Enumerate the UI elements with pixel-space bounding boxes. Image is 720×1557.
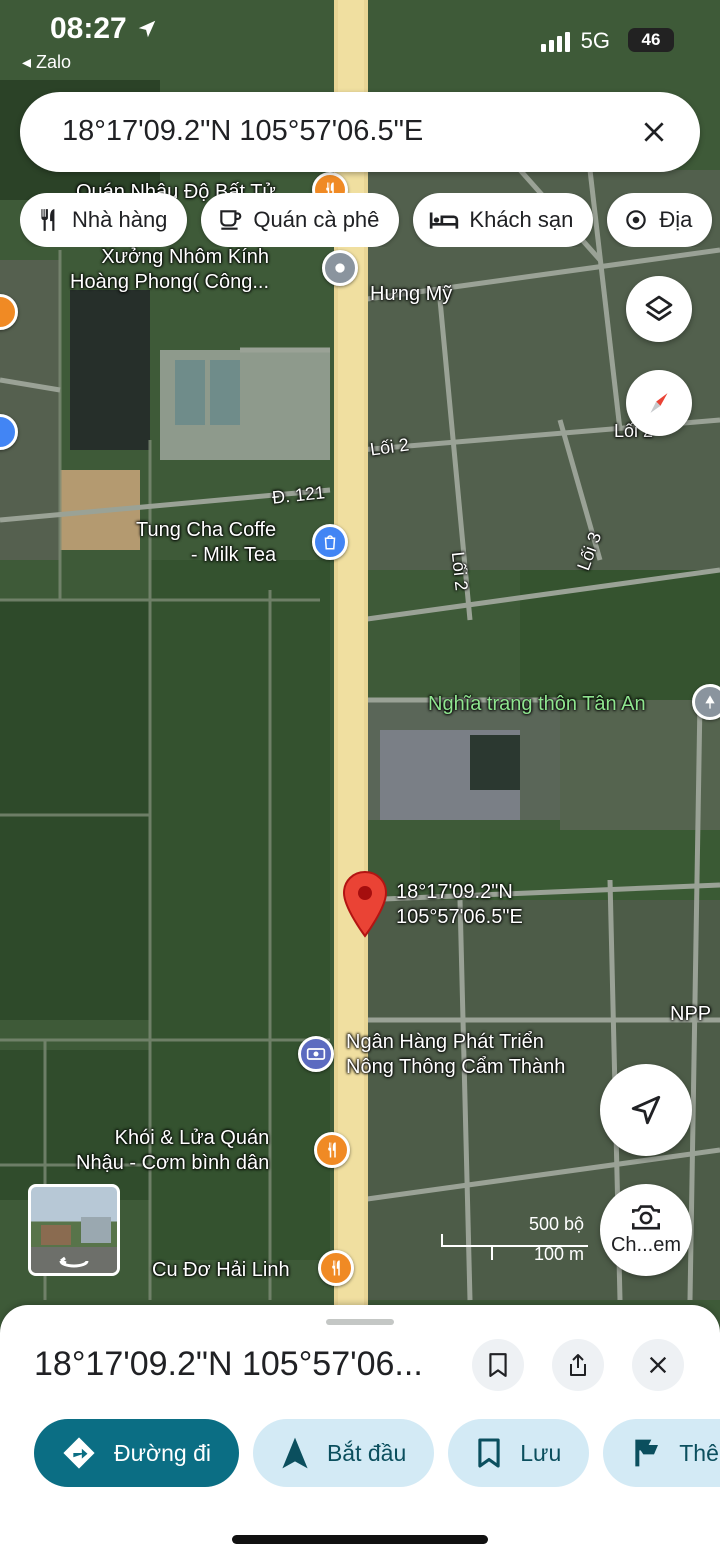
- restaurant-marker-3[interactable]: [318, 1250, 354, 1286]
- fork-knife-icon: [332, 1260, 340, 1276]
- satellite-map[interactable]: Quán Nhậu Độ Bất Tử Xưởng Nhôm Kính Hoàn…: [0, 0, 720, 1330]
- chip-label: Địa: [659, 207, 693, 232]
- search-bar[interactable]: 18°17'09.2"N 105°57'06.5"E: [20, 92, 700, 172]
- chip-label: Quán cà phê: [253, 207, 380, 232]
- map-label-loi-2-vertical: Lối 2: [447, 550, 472, 592]
- save-label: Lưu: [520, 1439, 562, 1466]
- battery-indicator: 46: [628, 28, 674, 52]
- banknote-icon: [306, 1048, 326, 1060]
- add-label: Thêm: [679, 1439, 720, 1466]
- map-label-restaurant[interactable]: Khói & Lửa Quán Nhậu - Cơm bình dân: [76, 1126, 269, 1176]
- cellular-signal-icon: [541, 32, 570, 52]
- workshop-marker[interactable]: [322, 250, 358, 286]
- search-query[interactable]: 18°17'09.2"N 105°57'06.5"E: [62, 115, 423, 148]
- hotel-icon: [430, 212, 459, 229]
- chip-hotels[interactable]: Khách sạn: [413, 193, 594, 247]
- start-button[interactable]: Bắt đầu: [252, 1419, 435, 1487]
- directions-button[interactable]: Đường đi: [34, 1419, 239, 1487]
- layers-icon: [645, 295, 673, 321]
- lens-label: Ch...em: [610, 1233, 682, 1256]
- network-type: 5G: [580, 28, 610, 53]
- close-icon: [644, 122, 664, 142]
- place-bottom-sheet[interactable]: 18°17'09.2"N 105°57'06... Đường đi Bắt đ…: [0, 1305, 720, 1557]
- compass-button[interactable]: [626, 370, 692, 436]
- map-label-bank[interactable]: Ngân Hàng Phát Triển Nông Thông Cẩm Thàn…: [346, 1030, 565, 1080]
- close-icon: [649, 1356, 667, 1374]
- location-pin-icon[interactable]: [342, 870, 388, 938]
- street-view-image: [31, 1217, 117, 1273]
- cemetery-marker[interactable]: [692, 684, 720, 720]
- restaurant-icon: [41, 209, 55, 231]
- navigation-arrow-icon: [631, 1095, 661, 1125]
- action-buttons: Đường đi Bắt đầu Lưu Thêm: [34, 1419, 720, 1487]
- location-arrow-icon: [138, 20, 156, 38]
- camera-icon: [632, 1204, 660, 1229]
- tree-icon: [705, 695, 715, 709]
- shopping-bag-icon: [324, 535, 336, 550]
- map-scale: 500 bộ 100 m: [440, 1214, 590, 1264]
- compass-icon: [650, 393, 668, 413]
- navigation-icon: [282, 1437, 308, 1469]
- category-chips: Nhà hàng Quán cà phê Khách sạn Địa: [20, 193, 720, 247]
- my-location-button[interactable]: [600, 1064, 692, 1156]
- save-bookmark-button[interactable]: [472, 1339, 524, 1391]
- status-bar: 08:27 ◂ Zalo 5G 46: [0, 0, 720, 82]
- add-button[interactable]: Thêm: [603, 1419, 720, 1487]
- chip-label: Nhà hàng: [72, 207, 168, 232]
- map-label-pin-coords: 18°17'09.2"N 105°57'06.5"E: [396, 881, 523, 928]
- attraction-icon: [626, 210, 647, 230]
- map-label-cu-do[interactable]: Cu Đơ Hải Linh: [152, 1258, 290, 1283]
- share-icon: [570, 1354, 586, 1376]
- place-title: 18°17'09.2"N 105°57'06...: [34, 1345, 423, 1383]
- flag-icon: [635, 1439, 659, 1467]
- status-time: 08:27: [50, 12, 127, 45]
- layers-button[interactable]: [626, 276, 692, 342]
- scale-metric: 100 m: [533, 1244, 584, 1264]
- back-to-app-link[interactable]: ◂ Zalo: [22, 52, 71, 73]
- map-label-workshop[interactable]: Xưởng Nhôm Kính Hoàng Phong( Công...: [70, 245, 269, 295]
- directions-label: Đường đi: [114, 1439, 211, 1466]
- clear-search-button[interactable]: [632, 110, 676, 154]
- shopping-marker[interactable]: [312, 524, 348, 560]
- chip-restaurants[interactable]: Nhà hàng: [20, 193, 188, 247]
- fork-knife-icon: [328, 1142, 336, 1158]
- map-label-npp[interactable]: NPP: [670, 1002, 711, 1027]
- chip-coffee[interactable]: Quán cà phê: [201, 193, 400, 247]
- bookmark-icon: [489, 1353, 507, 1377]
- lens-search-button[interactable]: Ch...em: [600, 1184, 692, 1276]
- street-view-thumbnail[interactable]: [28, 1184, 120, 1276]
- restaurant-marker-2[interactable]: [314, 1132, 350, 1168]
- map-label-hung-my: Hưng Mỹ: [370, 283, 453, 305]
- dot-icon: [335, 263, 345, 273]
- chip-attractions[interactable]: Địa: [607, 193, 713, 247]
- coffee-icon: [220, 210, 242, 230]
- map-label-cemetery[interactable]: Nghĩa trang thôn Tân An: [428, 692, 646, 717]
- bookmark-icon: [478, 1438, 500, 1468]
- drag-handle[interactable]: [326, 1319, 394, 1325]
- map-label-cafe[interactable]: Tung Cha Coffe - Milk Tea: [136, 518, 276, 568]
- scale-imperial: 500 bộ: [528, 1214, 584, 1234]
- share-button[interactable]: [552, 1339, 604, 1391]
- save-button[interactable]: Lưu: [448, 1419, 590, 1487]
- home-indicator: [232, 1535, 488, 1544]
- start-label: Bắt đầu: [326, 1439, 407, 1466]
- bank-marker[interactable]: [298, 1036, 334, 1072]
- chip-label: Khách sạn: [469, 207, 574, 232]
- close-sheet-button[interactable]: [632, 1339, 684, 1391]
- directions-icon: [63, 1437, 95, 1469]
